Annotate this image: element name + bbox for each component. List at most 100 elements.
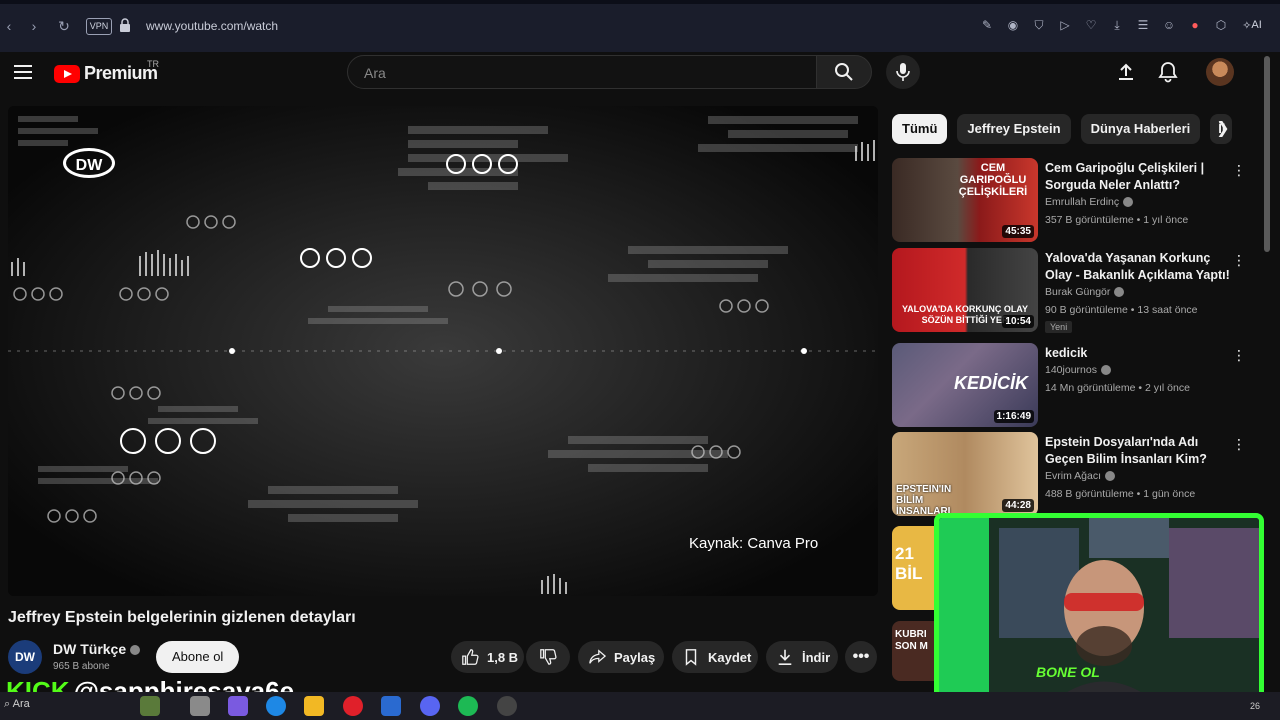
download-icon[interactable]: ⤓: [1108, 14, 1126, 36]
video-title[interactable]: Yalova'da Yaşanan Korkunç Olay - Bakanlı…: [1045, 250, 1230, 284]
voice-search-button[interactable]: [886, 55, 920, 89]
taskbar-app-icon[interactable]: [381, 696, 401, 716]
profile-icon[interactable]: ☺: [1160, 14, 1178, 36]
share-label: Paylaş: [614, 649, 656, 665]
menu-icon[interactable]: [14, 65, 32, 79]
reload-icon[interactable]: ↻: [55, 17, 73, 35]
recommendation-item[interactable]: KEDİCİK 1:16:49 kedicik 140journos 14 Mn…: [892, 343, 1252, 427]
thumbnail-text: 21 BİL: [895, 544, 923, 583]
play-icon[interactable]: ▷: [1056, 14, 1074, 36]
camera-icon[interactable]: ◉: [1004, 14, 1022, 36]
address-bar[interactable]: www.youtube.com/watch: [146, 19, 278, 33]
save-button[interactable]: Kaydet: [672, 641, 758, 673]
dislike-button[interactable]: [526, 641, 570, 673]
like-button[interactable]: 1,8 B: [451, 641, 524, 673]
subscribe-button[interactable]: Abone ol: [156, 641, 240, 673]
browser-toolbar: ‹ › ↻ VPN www.youtube.com/watch ✎ ◉ ⛉ ▷ …: [0, 0, 1280, 53]
back-icon[interactable]: ‹: [0, 17, 18, 35]
cube-icon[interactable]: ⬡: [1212, 14, 1230, 36]
video-title[interactable]: kedicik: [1045, 345, 1230, 362]
chip-all[interactable]: Tümü: [892, 114, 948, 144]
channel-name-link[interactable]: DW Türkçe: [53, 641, 141, 657]
extension-record-icon[interactable]: ●: [1186, 14, 1204, 36]
youtube-header: Premium TR: [0, 52, 1280, 96]
edge-icon[interactable]: [266, 696, 286, 716]
dw-watermark-logo: DW: [63, 148, 115, 178]
page-scrollbar[interactable]: [1264, 56, 1270, 252]
browser-tab-strip: [0, 0, 1280, 4]
chevron-right-icon[interactable]: ❯: [1208, 114, 1238, 144]
taskbar-app-icon[interactable]: [140, 696, 160, 716]
search-box: [347, 55, 817, 89]
channel-name[interactable]: Burak Güngör: [1045, 286, 1125, 298]
ai-label: AI: [1251, 19, 1262, 31]
recommendation-item[interactable]: EPSTEIN'IN BİLİM İNSANLARI 44:28 Epstein…: [892, 432, 1252, 516]
search-input[interactable]: [362, 64, 806, 82]
thumbnail-text: CEM GARIPOĞLU ÇELİŞKİLERİ: [958, 162, 1028, 198]
vpn-badge[interactable]: VPN: [86, 18, 112, 35]
youtube-logo[interactable]: Premium TR: [54, 59, 159, 84]
taskbar-search[interactable]: ⌕ Ara: [4, 698, 30, 711]
video-duration: 44:28: [1002, 499, 1034, 512]
upload-icon[interactable]: [1114, 60, 1138, 84]
more-vertical-icon[interactable]: ⋮: [1232, 347, 1246, 364]
video-thumbnail-partial[interactable]: KUBRI SON M: [892, 621, 934, 681]
ai-button[interactable]: ✧ AI: [1238, 14, 1266, 36]
like-count: 1,8 B: [487, 649, 519, 665]
chip-jeffrey-epstein[interactable]: Jeffrey Epstein: [957, 114, 1071, 144]
notifications-bell-icon[interactable]: [1156, 60, 1180, 84]
more-actions-button[interactable]: •••: [845, 641, 877, 673]
bookmark-icon: [685, 649, 697, 666]
more-vertical-icon[interactable]: ⋮: [1232, 436, 1246, 453]
video-source-caption: Kaynak: Canva Pro: [689, 535, 819, 552]
chip-world-news[interactable]: Dünya Haberleri: [1080, 114, 1201, 144]
video-title[interactable]: Cem Garipoğlu Çelişkileri | Sorguda Nele…: [1045, 160, 1230, 194]
video-player[interactable]: [8, 106, 878, 596]
share-button[interactable]: Paylaş: [578, 641, 664, 673]
channel-name[interactable]: Evrim Ağacı: [1045, 470, 1116, 482]
list-icon[interactable]: ☰: [1134, 14, 1152, 36]
verified-icon: [1123, 197, 1134, 208]
account-avatar[interactable]: [1206, 58, 1234, 86]
video-thumbnail[interactable]: CEM GARIPOĞLU ÇELİŞKİLERİ 45:35: [892, 158, 1038, 242]
video-thumbnail[interactable]: EPSTEIN'IN BİLİM İNSANLARI 44:28: [892, 432, 1038, 516]
recommendation-item[interactable]: CEM GARIPOĞLU ÇELİŞKİLERİ 45:35 Cem Gari…: [892, 158, 1252, 242]
shield-icon[interactable]: ⛉: [1030, 14, 1048, 36]
more-vertical-icon[interactable]: ⋮: [1232, 252, 1246, 269]
save-label: Kaydet: [708, 649, 752, 665]
taskbar-app-icon[interactable]: [190, 696, 210, 716]
opera-icon[interactable]: [343, 696, 363, 716]
filter-chips: Tümü Jeffrey Epstein Dünya Haberleri İl: [892, 114, 1233, 144]
video-thumbnail[interactable]: KEDİCİK 1:16:49: [892, 343, 1038, 427]
more-vertical-icon[interactable]: ⋮: [1232, 162, 1246, 179]
more-horizontal-icon: •••: [852, 648, 870, 665]
download-button[interactable]: İndir: [766, 641, 838, 673]
webcam-feed: [939, 518, 1259, 715]
channel-name[interactable]: 140journos: [1045, 364, 1111, 376]
os-taskbar: ⌕ Ara 26: [0, 692, 1280, 720]
verified-icon: [130, 645, 141, 656]
taskbar-app-icon[interactable]: [228, 696, 248, 716]
file-explorer-icon[interactable]: [304, 696, 324, 716]
lock-icon: [120, 18, 130, 32]
edit-icon[interactable]: ✎: [978, 14, 996, 36]
video-meta: 90 B görüntüleme • 13 saat önce: [1045, 304, 1198, 316]
spotify-icon[interactable]: [458, 696, 478, 716]
taskbar-app-icon[interactable]: [497, 696, 517, 716]
recommendation-item[interactable]: YALOVA'DA KORKUNÇ OLAY SÖZÜN BİTTİĞİ YER…: [892, 248, 1252, 333]
video-title[interactable]: Epstein Dosyaları'nda Adı Geçen Bilim İn…: [1045, 434, 1230, 468]
discord-icon[interactable]: [420, 696, 440, 716]
search-button[interactable]: [816, 55, 872, 89]
forward-icon[interactable]: ›: [25, 17, 43, 35]
logo-region: TR: [147, 59, 159, 69]
thumbs-up-icon: [462, 649, 479, 665]
video-thumbnail-partial[interactable]: 21 BİL: [892, 526, 934, 610]
video-duration: 45:35: [1002, 225, 1034, 238]
channel-name[interactable]: Emrullah Erdinç: [1045, 196, 1134, 208]
thumbs-down-icon: [540, 649, 557, 665]
channel-name: DW Türkçe: [53, 641, 127, 657]
channel-avatar[interactable]: DW: [8, 640, 42, 674]
heart-icon[interactable]: ♡: [1082, 14, 1100, 36]
video-thumbnail[interactable]: YALOVA'DA KORKUNÇ OLAY SÖZÜN BİTTİĞİ YER…: [892, 248, 1038, 332]
microphone-icon: [896, 63, 910, 81]
